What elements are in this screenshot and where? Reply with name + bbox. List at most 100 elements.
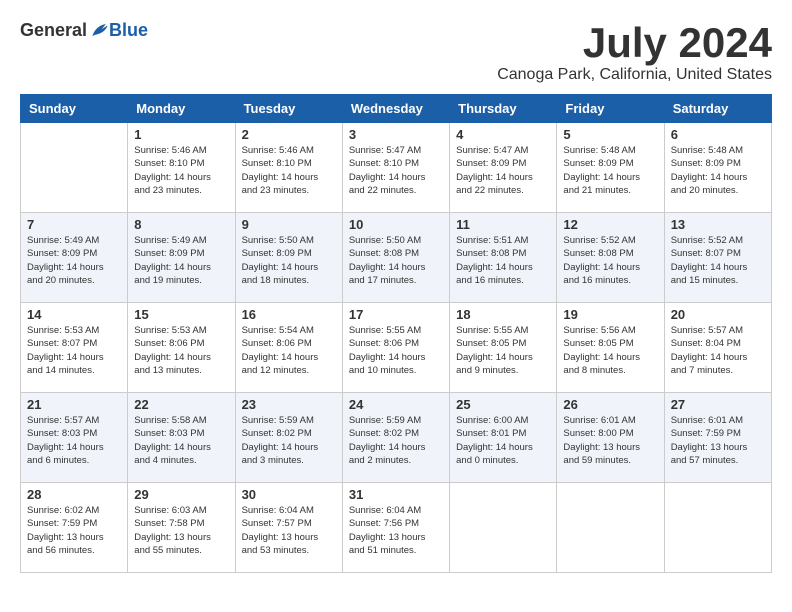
day-info: Sunrise: 5:58 AM Sunset: 8:03 PM Dayligh… <box>134 414 228 467</box>
weekday-header-monday: Monday <box>128 95 235 123</box>
day-number: 18 <box>456 307 550 322</box>
day-info: Sunrise: 5:48 AM Sunset: 8:09 PM Dayligh… <box>563 144 657 197</box>
day-info: Sunrise: 5:49 AM Sunset: 8:09 PM Dayligh… <box>27 234 121 287</box>
title-block: July 2024 Canoga Park, California, Unite… <box>497 20 772 84</box>
day-number: 2 <box>242 127 336 142</box>
day-info: Sunrise: 5:52 AM Sunset: 8:08 PM Dayligh… <box>563 234 657 287</box>
calendar-cell: 2Sunrise: 5:46 AM Sunset: 8:10 PM Daylig… <box>235 123 342 213</box>
weekday-header-tuesday: Tuesday <box>235 95 342 123</box>
calendar-cell: 16Sunrise: 5:54 AM Sunset: 8:06 PM Dayli… <box>235 303 342 393</box>
day-number: 28 <box>27 487 121 502</box>
day-info: Sunrise: 5:55 AM Sunset: 8:06 PM Dayligh… <box>349 324 443 377</box>
day-number: 16 <box>242 307 336 322</box>
day-number: 26 <box>563 397 657 412</box>
day-number: 22 <box>134 397 228 412</box>
weekday-header-wednesday: Wednesday <box>342 95 449 123</box>
day-number: 7 <box>27 217 121 232</box>
calendar-cell <box>450 483 557 573</box>
week-row-1: 1 Sunrise: 5:46 AM Sunset: 8:10 PM Daylig… <box>21 123 772 213</box>
day-info: Sunrise: 5:47 AM Sunset: 8:09 PM Dayligh… <box>456 144 550 197</box>
calendar-cell: 20 Sunrise: 5:57 AM Sunset: 8:04 PM Dayli… <box>664 303 771 393</box>
calendar-cell: 26 Sunrise: 6:01 AM Sunset: 8:00 PM Dayli… <box>557 393 664 483</box>
calendar-cell: 22 Sunrise: 5:58 AM Sunset: 8:03 PM Dayli… <box>128 393 235 483</box>
weekday-header-row: SundayMondayTuesdayWednesdayThursdayFrid… <box>21 95 772 123</box>
day-number: 27 <box>671 397 765 412</box>
day-number: 12 <box>563 217 657 232</box>
weekday-header-friday: Friday <box>557 95 664 123</box>
calendar-cell: 27 Sunrise: 6:01 AM Sunset: 7:59 PM Dayli… <box>664 393 771 483</box>
day-number: 14 <box>27 307 121 322</box>
day-number: 6 <box>671 127 765 142</box>
day-number: 8 <box>134 217 228 232</box>
day-info: Sunrise: 5:53 AM Sunset: 8:06 PM Dayligh… <box>134 324 228 377</box>
day-info: Sunrise: 5:56 AM Sunset: 8:05 PM Dayligh… <box>563 324 657 377</box>
day-info: Sunrise: 5:53 AM Sunset: 8:07 PM Dayligh… <box>27 324 121 377</box>
day-info: Sunrise: 5:52 AM Sunset: 8:07 PM Dayligh… <box>671 234 765 287</box>
day-info: Sunrise: 5:57 AM Sunset: 8:03 PM Dayligh… <box>27 414 121 467</box>
day-info: Sunrise: 6:02 AM Sunset: 7:59 PM Dayligh… <box>27 504 121 557</box>
day-number: 19 <box>563 307 657 322</box>
week-row-2: 7 Sunrise: 5:49 AM Sunset: 8:09 PM Daylig… <box>21 213 772 303</box>
calendar-cell: 3Sunrise: 5:47 AM Sunset: 8:10 PM Daylig… <box>342 123 449 213</box>
day-info: Sunrise: 5:51 AM Sunset: 8:08 PM Dayligh… <box>456 234 550 287</box>
day-info: Sunrise: 6:01 AM Sunset: 8:00 PM Dayligh… <box>563 414 657 467</box>
calendar-cell: 21 Sunrise: 5:57 AM Sunset: 8:03 PM Dayli… <box>21 393 128 483</box>
day-number: 23 <box>242 397 336 412</box>
day-number: 30 <box>242 487 336 502</box>
day-number: 11 <box>456 217 550 232</box>
day-number: 13 <box>671 217 765 232</box>
calendar-cell <box>664 483 771 573</box>
day-info: Sunrise: 6:03 AM Sunset: 7:58 PM Dayligh… <box>134 504 228 557</box>
calendar-cell: 13 Sunrise: 5:52 AM Sunset: 8:07 PM Dayli… <box>664 213 771 303</box>
calendar-cell: 28 Sunrise: 6:02 AM Sunset: 7:59 PM Dayli… <box>21 483 128 573</box>
day-number: 21 <box>27 397 121 412</box>
calendar-cell: 19 Sunrise: 5:56 AM Sunset: 8:05 PM Dayli… <box>557 303 664 393</box>
day-info: Sunrise: 5:48 AM Sunset: 8:09 PM Dayligh… <box>671 144 765 197</box>
weekday-header-sunday: Sunday <box>21 95 128 123</box>
calendar-cell <box>557 483 664 573</box>
calendar-cell: 7 Sunrise: 5:49 AM Sunset: 8:09 PM Daylig… <box>21 213 128 303</box>
day-info: Sunrise: 5:59 AM Sunset: 8:02 PM Dayligh… <box>349 414 443 467</box>
logo-general: General <box>20 20 87 41</box>
week-row-5: 28 Sunrise: 6:02 AM Sunset: 7:59 PM Dayli… <box>21 483 772 573</box>
calendar-cell: 11 Sunrise: 5:51 AM Sunset: 8:08 PM Dayli… <box>450 213 557 303</box>
calendar-cell <box>21 123 128 213</box>
calendar-cell: 24 Sunrise: 5:59 AM Sunset: 8:02 PM Dayli… <box>342 393 449 483</box>
day-number: 24 <box>349 397 443 412</box>
calendar-table: SundayMondayTuesdayWednesdayThursdayFrid… <box>20 94 772 573</box>
calendar-cell: 4 Sunrise: 5:47 AM Sunset: 8:09 PM Daylig… <box>450 123 557 213</box>
calendar-cell: 15 Sunrise: 5:53 AM Sunset: 8:06 PM Dayli… <box>128 303 235 393</box>
logo-bird-icon <box>89 21 109 41</box>
day-number: 1 <box>134 127 228 142</box>
day-info: Sunrise: 6:01 AM Sunset: 7:59 PM Dayligh… <box>671 414 765 467</box>
calendar-cell: 12 Sunrise: 5:52 AM Sunset: 8:08 PM Dayli… <box>557 213 664 303</box>
calendar-cell: 10Sunrise: 5:50 AM Sunset: 8:08 PM Dayli… <box>342 213 449 303</box>
day-number: 4 <box>456 127 550 142</box>
week-row-3: 14 Sunrise: 5:53 AM Sunset: 8:07 PM Dayli… <box>21 303 772 393</box>
calendar-cell: 29Sunrise: 6:03 AM Sunset: 7:58 PM Dayli… <box>128 483 235 573</box>
day-info: Sunrise: 5:55 AM Sunset: 8:05 PM Dayligh… <box>456 324 550 377</box>
day-info: Sunrise: 5:50 AM Sunset: 8:09 PM Dayligh… <box>242 234 336 287</box>
calendar-cell: 25Sunrise: 6:00 AM Sunset: 8:01 PM Dayli… <box>450 393 557 483</box>
calendar-cell: 14 Sunrise: 5:53 AM Sunset: 8:07 PM Dayli… <box>21 303 128 393</box>
day-info: Sunrise: 6:04 AM Sunset: 7:57 PM Dayligh… <box>242 504 336 557</box>
month-title: July 2024 <box>497 20 772 66</box>
day-info: Sunrise: 5:57 AM Sunset: 8:04 PM Dayligh… <box>671 324 765 377</box>
day-number: 17 <box>349 307 443 322</box>
location: Canoga Park, California, United States <box>497 66 772 84</box>
day-number: 20 <box>671 307 765 322</box>
day-number: 5 <box>563 127 657 142</box>
weekday-header-saturday: Saturday <box>664 95 771 123</box>
day-info: Sunrise: 5:59 AM Sunset: 8:02 PM Dayligh… <box>242 414 336 467</box>
day-info: Sunrise: 6:04 AM Sunset: 7:56 PM Dayligh… <box>349 504 443 557</box>
logo-blue: Blue <box>109 20 148 41</box>
calendar-cell: 30 Sunrise: 6:04 AM Sunset: 7:57 PM Dayli… <box>235 483 342 573</box>
page-header: General Blue July 2024 Canoga Park, Cali… <box>20 20 772 84</box>
week-row-4: 21 Sunrise: 5:57 AM Sunset: 8:03 PM Dayli… <box>21 393 772 483</box>
day-info: Sunrise: 5:46 AM Sunset: 8:10 PM Dayligh… <box>134 144 228 197</box>
day-info: Sunrise: 5:50 AM Sunset: 8:08 PM Dayligh… <box>349 234 443 287</box>
day-number: 9 <box>242 217 336 232</box>
day-info: Sunrise: 6:00 AM Sunset: 8:01 PM Dayligh… <box>456 414 550 467</box>
day-number: 15 <box>134 307 228 322</box>
calendar-cell: 17 Sunrise: 5:55 AM Sunset: 8:06 PM Dayli… <box>342 303 449 393</box>
